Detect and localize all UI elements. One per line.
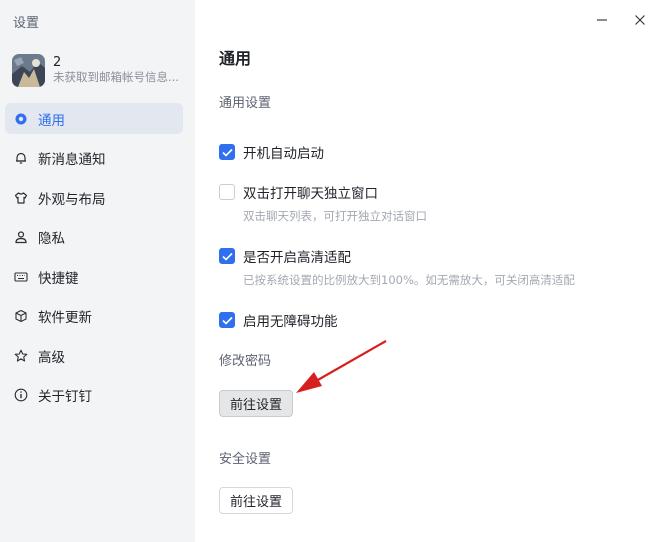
security-section-label: 安全设置 (219, 452, 272, 467)
person-icon (13, 229, 29, 245)
sidebar-item-label: 高级 (38, 349, 65, 366)
sidebar-item-advanced[interactable]: 高级 (5, 340, 183, 371)
profile-name: 2 (53, 55, 62, 70)
close-button[interactable] (630, 10, 650, 30)
check-icon (221, 148, 233, 157)
sidebar-item-about[interactable]: 关于钉钉 (5, 380, 183, 411)
double-click-window-hint: 双击聊天列表，可打开独立对话窗口 (243, 209, 427, 223)
accessibility-checkbox[interactable] (219, 312, 235, 328)
double-click-window-label: 双击打开聊天独立窗口 (243, 186, 378, 202)
keyboard-icon (13, 269, 29, 285)
sidebar-item-label: 关于钉钉 (38, 389, 92, 405)
general-icon (13, 111, 29, 127)
app-title: 设置 (13, 16, 40, 31)
option-auto-start[interactable]: 开机自动启动 (219, 142, 324, 162)
accessibility-label: 启用无障碍功能 (243, 314, 338, 330)
sidebar-item-label: 隐私 (38, 231, 65, 247)
close-icon (635, 15, 645, 25)
page-title: 通用 (219, 49, 252, 68)
auto-start-checkbox[interactable] (219, 144, 235, 160)
minimize-button[interactable] (592, 10, 612, 30)
sidebar-item-label: 通用 (38, 112, 65, 129)
sidebar-nav: 通用 新消息通知 外观与布局 隐私 快捷键 软件更新 高级 关于钉钉 (5, 103, 183, 419)
hd-adapt-label: 是否开启高清适配 (243, 250, 351, 266)
cube-icon (13, 308, 29, 324)
star-icon (13, 348, 29, 364)
sidebar-item-appearance[interactable]: 外观与布局 (5, 182, 183, 213)
sidebar-item-shortcuts[interactable]: 快捷键 (5, 261, 183, 292)
sidebar: 设置 2 未获取到邮箱帐号信息... 通用 新消息通知 外观与布局 隐私 快捷键… (0, 0, 195, 542)
password-settings-button[interactable]: 前往设置 (219, 390, 294, 417)
sidebar-item-updates[interactable]: 软件更新 (5, 301, 183, 332)
bell-icon (13, 150, 29, 166)
check-icon (221, 252, 233, 261)
sidebar-item-label: 软件更新 (38, 310, 92, 326)
profile-subtitle: 未获取到邮箱帐号信息... (53, 70, 179, 84)
info-icon (13, 387, 29, 403)
option-hd-adapt[interactable]: 是否开启高清适配 (219, 246, 351, 266)
general-section-label: 通用设置 (219, 96, 272, 111)
check-icon (221, 316, 233, 325)
sidebar-item-label: 新消息通知 (38, 152, 106, 168)
sidebar-item-privacy[interactable]: 隐私 (5, 222, 183, 253)
shirt-icon (13, 190, 29, 206)
double-click-window-checkbox[interactable] (219, 184, 235, 200)
password-section-label: 修改密码 (219, 354, 272, 369)
minimize-icon (597, 19, 607, 21)
sidebar-item-label: 外观与布局 (38, 191, 106, 208)
avatar[interactable] (12, 53, 45, 87)
sidebar-item-label: 快捷键 (38, 270, 79, 287)
sidebar-item-general[interactable]: 通用 (5, 103, 183, 134)
security-settings-button[interactable]: 前往设置 (219, 487, 294, 514)
hd-adapt-hint: 已按系统设置的比例放大到100%。如无需放大，可关闭高清适配 (243, 273, 575, 287)
option-double-click-window[interactable]: 双击打开聊天独立窗口 (219, 182, 378, 202)
hd-adapt-checkbox[interactable] (219, 248, 235, 264)
profile-card[interactable]: 2 未获取到邮箱帐号信息... (12, 52, 188, 88)
auto-start-label: 开机自动启动 (243, 146, 324, 162)
option-accessibility[interactable]: 启用无障碍功能 (219, 310, 338, 330)
sidebar-item-notifications[interactable]: 新消息通知 (5, 143, 183, 174)
